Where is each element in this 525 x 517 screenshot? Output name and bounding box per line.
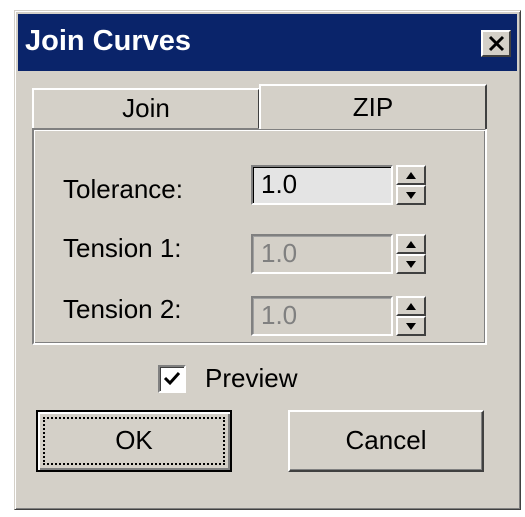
arrow-down-icon <box>406 261 416 268</box>
arrow-up-icon <box>406 303 416 310</box>
focus-rect <box>43 417 225 465</box>
tension2-spin-down[interactable] <box>396 316 426 336</box>
tension1-spinner <box>396 234 426 274</box>
tolerance-value: 1.0 <box>261 169 298 199</box>
tension2-spinner <box>396 296 426 336</box>
tension1-value: 1.0 <box>261 238 298 268</box>
arrow-down-icon <box>406 323 416 330</box>
title-bar[interactable]: Join Curves <box>18 14 517 71</box>
tolerance-label: Tolerance: <box>63 174 183 204</box>
tolerance-spinner <box>396 165 426 205</box>
arrow-up-icon <box>406 172 416 179</box>
preview-label: Preview <box>205 363 298 393</box>
dialog-title: Join Curves <box>25 25 191 57</box>
ok-button[interactable]: OK <box>36 410 232 472</box>
tolerance-input[interactable]: 1.0 <box>251 165 393 205</box>
tension2-label: Tension 2: <box>63 294 182 324</box>
preview-checkbox[interactable] <box>158 365 186 393</box>
tension1-spin-down[interactable] <box>396 254 426 274</box>
close-icon <box>488 35 505 52</box>
close-button[interactable] <box>481 30 511 57</box>
tolerance-spin-down[interactable] <box>396 185 426 205</box>
tab-join[interactable]: Join <box>32 88 260 129</box>
checkmark-icon <box>163 371 181 386</box>
arrow-down-icon <box>406 192 416 199</box>
tension1-label: Tension 1: <box>63 233 182 263</box>
tab-zip[interactable]: ZIP <box>259 84 487 129</box>
tension1-input[interactable]: 1.0 <box>251 234 393 274</box>
tension2-value: 1.0 <box>261 300 298 330</box>
cancel-label: Cancel <box>345 425 427 455</box>
tolerance-spin-up[interactable] <box>396 165 426 185</box>
tension2-spin-up[interactable] <box>396 296 426 316</box>
tension2-input[interactable]: 1.0 <box>251 296 393 336</box>
arrow-up-icon <box>406 241 416 248</box>
tension1-spin-up[interactable] <box>396 234 426 254</box>
cancel-button[interactable]: Cancel <box>288 410 484 472</box>
